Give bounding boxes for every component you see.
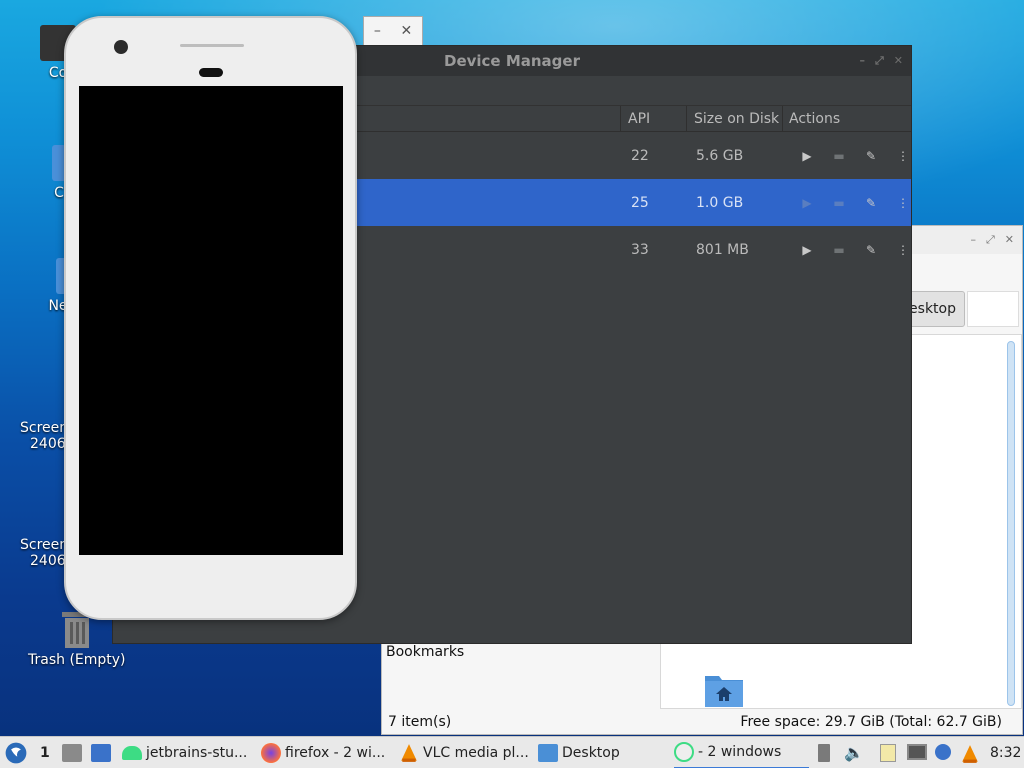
task-android-studio[interactable]: - 2 windows — [674, 737, 809, 768]
small-dialog-titlebar: – ✕ — [363, 16, 423, 46]
task-firefox[interactable]: firefox - 2 wi... — [261, 737, 385, 768]
task-desktop[interactable]: Desktop — [538, 737, 620, 768]
maximize-icon[interactable]: ⤢ — [875, 54, 884, 68]
android-studio-icon — [674, 741, 694, 762]
start-menu-button[interactable] — [5, 737, 27, 768]
play-icon[interactable]: ▶ — [798, 194, 816, 212]
row-api: 33 — [631, 241, 649, 258]
emulator-screen[interactable] — [79, 86, 343, 555]
file-manager-icon — [62, 743, 82, 762]
play-icon[interactable]: ▶ — [798, 147, 816, 165]
edit-icon[interactable]: ✎ — [862, 194, 880, 212]
play-icon[interactable]: ▶ — [798, 241, 816, 259]
home-folder-icon[interactable] — [704, 672, 744, 708]
minimize-icon[interactable]: – — [859, 54, 865, 68]
notifications-icon[interactable] — [935, 744, 951, 760]
network-icon[interactable] — [907, 744, 927, 760]
row-api: 22 — [631, 147, 649, 164]
maximize-icon[interactable]: ⤢ — [986, 233, 995, 247]
minimize-icon[interactable]: – — [374, 23, 381, 39]
show-desktop-launcher[interactable] — [91, 737, 111, 768]
folder-icon[interactable]: ▬ — [830, 194, 848, 212]
sensor — [199, 68, 223, 77]
column-size-on-disk[interactable]: Size on Disk — [694, 111, 779, 127]
close-icon[interactable]: ✕ — [1005, 233, 1014, 247]
vlc-icon — [401, 743, 417, 762]
desktop-icon — [91, 743, 111, 762]
more-icon[interactable]: ⋮ — [894, 147, 912, 165]
clock[interactable]: 8:32 — [990, 737, 1021, 768]
more-icon[interactable]: ⋮ — [894, 194, 912, 212]
edit-icon[interactable]: ✎ — [862, 241, 880, 259]
row-api: 25 — [631, 194, 649, 211]
desktop-icon-screenshot-2[interactable]: Screen 2406 — [20, 537, 68, 569]
emulator-device-frame — [64, 16, 357, 620]
bookmarks-label: Bookmarks — [386, 644, 465, 660]
row-size: 5.6 GB — [696, 147, 744, 164]
firefox-icon — [261, 742, 281, 763]
more-icon[interactable]: ⋮ — [894, 241, 912, 259]
window-title: Device Manager — [444, 52, 580, 70]
path-field[interactable] — [967, 291, 1019, 327]
taskbar: 1 jetbrains-stu... firefox - 2 wi... VLC… — [0, 736, 1024, 768]
column-actions: Actions — [789, 110, 841, 127]
folder-icon — [538, 743, 558, 762]
row-size: 1.0 GB — [696, 194, 744, 211]
android-icon — [122, 745, 142, 760]
close-icon[interactable]: ✕ — [400, 23, 412, 39]
eject-icon[interactable] — [818, 744, 830, 762]
file-manager-launcher[interactable] — [62, 737, 82, 768]
vlc-tray-icon[interactable] — [960, 744, 980, 764]
row-size: 801 MB — [696, 241, 749, 258]
scrollbar[interactable] — [1007, 341, 1015, 706]
speaker-grille — [180, 44, 244, 47]
status-bar: 7 item(s) Free space: 29.7 GiB (Total: 6… — [382, 710, 1022, 734]
app-menu-icon — [5, 742, 27, 763]
folder-icon[interactable]: ▬ — [830, 241, 848, 259]
minimize-icon[interactable]: – — [970, 233, 976, 247]
volume-icon[interactable]: 🔈 — [844, 744, 864, 762]
item-count: 7 item(s) — [388, 714, 452, 730]
column-api[interactable]: API — [628, 111, 650, 127]
close-icon[interactable]: ✕ — [894, 54, 903, 68]
task-vlc[interactable]: VLC media pl... — [399, 737, 529, 768]
folder-icon[interactable]: ▬ — [830, 147, 848, 165]
workspace-switcher[interactable]: 1 — [40, 737, 50, 768]
edit-icon[interactable]: ✎ — [862, 147, 880, 165]
camera-icon — [114, 40, 128, 54]
clipboard-icon[interactable] — [880, 744, 896, 762]
task-jetbrains[interactable]: jetbrains-stu... — [122, 737, 247, 768]
desktop-icon-screenshot-1[interactable]: Screen 2406 — [20, 420, 68, 452]
free-space: Free space: 29.7 GiB (Total: 62.7 GiB) — [740, 714, 1002, 730]
